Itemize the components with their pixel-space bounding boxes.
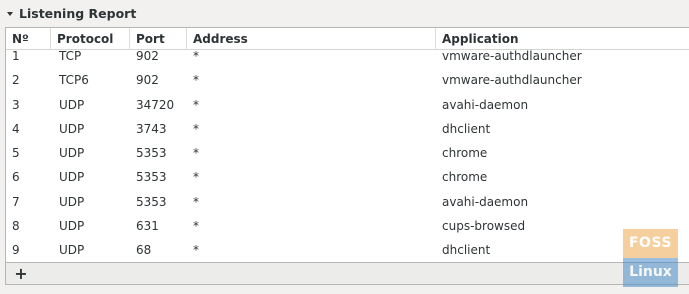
cell-address: * (193, 170, 199, 185)
section-title: Listening Report (19, 6, 137, 21)
cell-protocol: UDP (59, 194, 85, 209)
cell-application: avahi-daemon (442, 97, 529, 112)
cell-application: vmware-authdlauncher (442, 73, 582, 88)
cell-address: * (193, 73, 199, 88)
cell-number: 9 (12, 243, 20, 258)
cell-port: 902 (136, 73, 159, 88)
column-header-address[interactable]: Address (187, 28, 436, 50)
cell-port: 68 (136, 243, 152, 258)
table-header: Nº Protocol Port Address Application (6, 28, 689, 50)
table-toolbar: + (5, 263, 689, 285)
cell-port: 631 (136, 219, 159, 234)
column-header-protocol[interactable]: Protocol (51, 28, 130, 50)
cell-address: * (193, 243, 199, 258)
cell-address: * (193, 146, 199, 161)
cell-port: 5353 (136, 146, 167, 161)
cell-application: avahi-daemon (442, 194, 529, 209)
cell-address: * (193, 121, 199, 136)
cell-number: 2 (12, 73, 20, 88)
cell-application: chrome (442, 146, 488, 161)
cell-port: 34720 (136, 97, 175, 112)
cell-protocol: UDP (59, 219, 85, 234)
table-row[interactable]: 2 TCP6 902 * vmware-authdlauncher (6, 68, 689, 92)
table-row[interactable]: 3 UDP 34720 * avahi-daemon (6, 93, 689, 117)
cell-number: 3 (12, 97, 20, 112)
cell-port: 3743 (136, 121, 167, 136)
table-body: 1 TCP 902 * vmware-authdlauncher 2 TCP6 902 * vmw… (6, 44, 689, 262)
cell-protocol: UDP (59, 121, 85, 136)
cell-port: 5353 (136, 170, 167, 185)
column-header-port[interactable]: Port (130, 28, 187, 50)
cell-number: 7 (12, 194, 20, 209)
cell-address: * (193, 194, 199, 209)
section-header-listening-report[interactable]: Listening Report (0, 0, 689, 27)
cell-port: 5353 (136, 194, 167, 209)
table-row[interactable]: 6 UDP 5353 * chrome (6, 165, 689, 189)
cell-number: 6 (12, 170, 20, 185)
table-row[interactable]: 9 UDP 68 * dhclient (6, 238, 689, 262)
expander-arrow-icon[interactable] (7, 12, 13, 16)
cell-application: dhclient (442, 121, 491, 136)
table-row[interactable]: 7 UDP 5353 * avahi-daemon (6, 190, 689, 214)
cell-number: 8 (12, 219, 20, 234)
cell-number: 4 (12, 121, 20, 136)
column-header-number[interactable]: Nº (6, 28, 51, 50)
table-row[interactable]: 8 UDP 631 * cups-browsed (6, 214, 689, 238)
fosslinux-watermark-logo: FOSS Linux (623, 229, 678, 287)
table-row[interactable]: 5 UDP 5353 * chrome (6, 141, 689, 165)
cell-address: * (193, 97, 199, 112)
listening-report-table: Nº Protocol Port Address Application 1 TC… (5, 27, 689, 263)
cell-protocol: UDP (59, 97, 85, 112)
cell-protocol: TCP6 (59, 73, 89, 88)
watermark-line2: Linux (623, 258, 678, 287)
table-row[interactable]: 4 UDP 3743 * dhclient (6, 117, 689, 141)
cell-protocol: UDP (59, 146, 85, 161)
cell-protocol: UDP (59, 243, 85, 258)
column-header-application[interactable]: Application (436, 28, 689, 50)
cell-number: 5 (12, 146, 20, 161)
watermark-line1: FOSS (623, 229, 678, 258)
cell-protocol: UDP (59, 170, 85, 185)
add-button[interactable]: + (10, 263, 32, 285)
cell-address: * (193, 219, 199, 234)
cell-application: chrome (442, 170, 488, 185)
